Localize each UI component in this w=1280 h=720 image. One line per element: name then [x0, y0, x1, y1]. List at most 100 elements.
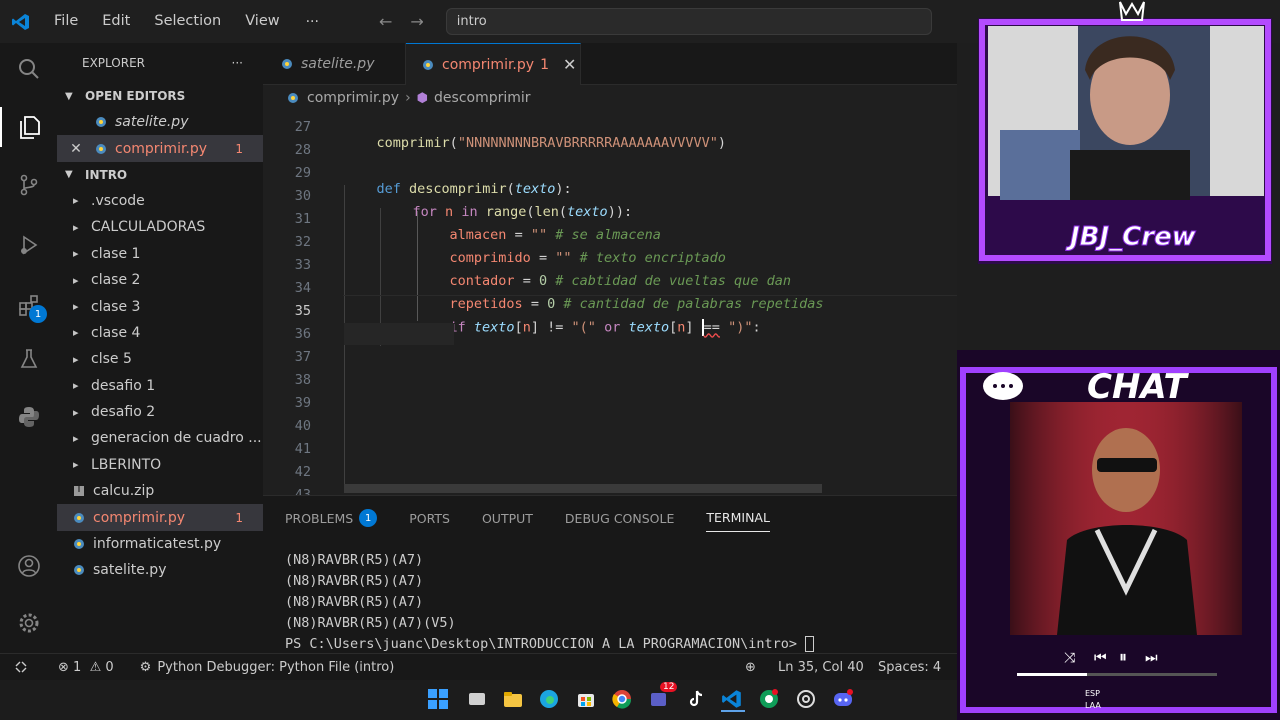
gutter-line: 40	[263, 414, 957, 437]
tab-debug-console[interactable]: DEBUG CONSOLE	[565, 511, 674, 526]
chevron-right-icon: ›	[405, 90, 411, 106]
cursor-position[interactable]: Ln 35, Col 40	[770, 660, 872, 675]
close-icon[interactable]: ✕	[57, 141, 95, 157]
folder-item[interactable]: ▸ clase 3	[57, 293, 263, 319]
folder-item[interactable]: ▸ CALCULADORAS	[57, 214, 263, 240]
tiktok-icon[interactable]	[685, 688, 709, 712]
tab-satelite[interactable]: satelite.py	[263, 43, 406, 85]
run-debug-icon[interactable]	[0, 225, 57, 265]
file-item[interactable]: calcu.zip	[57, 478, 263, 504]
folder-item[interactable]: ▸ desafio 1	[57, 373, 263, 399]
explorer-icon[interactable]	[0, 107, 57, 147]
discord-icon[interactable]	[832, 688, 856, 712]
line-number: 27	[294, 118, 311, 135]
menu-edit[interactable]: Edit	[90, 0, 142, 43]
vscode-taskbar-icon[interactable]	[721, 688, 745, 712]
store-icon[interactable]	[575, 688, 599, 712]
terminal-line: (N8)RAVBR(R5)(A7)	[285, 573, 424, 589]
chevron-right-icon: ▸	[73, 458, 79, 472]
forward-arrow-icon[interactable]: →	[410, 12, 423, 31]
tree-item-label: clase 3	[91, 298, 141, 315]
tree-item-label: desafio 1	[91, 377, 156, 394]
line-number: 36	[294, 325, 311, 342]
tree-item-label: clase 2	[91, 272, 141, 289]
problem-count: 1	[235, 141, 243, 156]
menu-file[interactable]: File	[42, 0, 90, 43]
source-control-icon[interactable]	[0, 165, 57, 205]
line-number: 41	[294, 440, 311, 457]
tab-label: satelite.py	[301, 56, 375, 72]
line-number: 33	[294, 256, 311, 273]
bottom-panel: PROBLEMS 1 PORTS OUTPUT DEBUG CONSOLE TE…	[263, 495, 957, 653]
folder-item[interactable]: ▸ clase 1	[57, 241, 263, 267]
open-editors-section[interactable]: ▼ OPEN EDITORS	[57, 83, 263, 109]
chevron-down-icon: ▼	[65, 169, 73, 181]
folder-item[interactable]: ▸ .vscode	[57, 188, 263, 214]
folder-item[interactable]: ▸ desafio 2	[57, 399, 263, 425]
file-explorer-icon[interactable]	[502, 688, 526, 712]
terminal-cursor	[805, 636, 815, 652]
debugger-status[interactable]: ⚙ Python Debugger: Python File (intro)	[132, 660, 403, 675]
open-editor-item[interactable]: ✕ comprimir.py 1	[57, 135, 263, 162]
pause-icon: ⏸	[1119, 647, 1127, 666]
back-arrow-icon[interactable]: ←	[379, 12, 392, 31]
indentation-status[interactable]: Spaces: 4	[870, 660, 949, 675]
line-number: 35	[294, 302, 311, 319]
code-editor[interactable]: 27 28 29 30 31 32 33 34 35 36 37 38 39 40 41 42 43 compr…	[263, 111, 957, 495]
chatgpt-icon[interactable]	[795, 688, 819, 712]
extensions-icon[interactable]: 1	[0, 285, 57, 325]
tray-label: ESP	[1085, 689, 1100, 698]
remote-icon[interactable]	[0, 660, 36, 674]
menu-more-button[interactable]: ···	[292, 14, 333, 30]
chevron-right-icon: ▸	[73, 326, 79, 340]
edge-icon[interactable]	[538, 688, 562, 712]
breadcrumb-symbol[interactable]: descomprimir	[434, 90, 531, 106]
windows-start-icon[interactable]	[427, 688, 451, 712]
menu-view[interactable]: View	[233, 0, 291, 43]
teams-icon[interactable]: 12	[648, 682, 678, 712]
terminal-line: (N8)RAVBR(R5)(A7)	[285, 594, 424, 610]
next-track-icon: ⏭	[1145, 650, 1158, 666]
folder-item[interactable]: ▸ generacion de cuadro ...	[57, 425, 263, 451]
command-center-search[interactable]: intro	[445, 8, 932, 35]
file-item[interactable]: satelite.py	[57, 557, 263, 583]
tab-output[interactable]: OUTPUT	[482, 511, 533, 526]
folder-item[interactable]: ▸ clase 4	[57, 320, 263, 346]
horizontal-scrollbar[interactable]	[344, 484, 822, 493]
folder-item[interactable]: ▸ clase 2	[57, 267, 263, 293]
testing-icon[interactable]	[0, 339, 57, 379]
shuffle-icon: ⤨	[1064, 650, 1076, 666]
tab-problems[interactable]: PROBLEMS 1	[285, 509, 378, 527]
code-line-27: comprimir("NNNNNNNNBRAVBRRRRRAAAAAAAVVVV…	[376, 135, 727, 151]
folder-section[interactable]: ▼ INTRO	[57, 162, 263, 188]
task-view-icon[interactable]	[466, 688, 490, 712]
search-icon[interactable]	[0, 49, 57, 89]
tab-terminal[interactable]: TERMINAL	[706, 510, 770, 532]
file-item[interactable]: comprimir.py 1	[57, 504, 263, 531]
chrome-alt-icon[interactable]	[758, 688, 782, 712]
terminal-prompt[interactable]: PS C:\Users\juanc\Desktop\INTRODUCCION A…	[263, 634, 957, 653]
file-item[interactable]: informaticatest.py	[57, 531, 263, 557]
close-icon[interactable]: ✕	[563, 55, 576, 74]
menu-selection[interactable]: Selection	[142, 0, 233, 43]
folder-item[interactable]: ▸ clse 5	[57, 346, 263, 372]
problems-status[interactable]: ⊗ 1 ⚠ 0	[50, 660, 122, 675]
chevron-right-icon: ▸	[73, 405, 79, 419]
explorer-more-button[interactable]: ···	[232, 56, 243, 70]
tab-ports[interactable]: PORTS	[409, 511, 450, 526]
tree-item-label: CALCULADORAS	[91, 219, 206, 236]
chrome-icon[interactable]	[611, 688, 635, 712]
tab-comprimir[interactable]: comprimir.py 1 ✕	[406, 43, 581, 85]
warning-icon: ⚠	[89, 659, 102, 675]
open-editor-item[interactable]: satelite.py	[57, 109, 263, 135]
gear-icon[interactable]	[0, 603, 57, 643]
breadcrumb-file[interactable]: comprimir.py	[307, 90, 399, 106]
tree-item-label: clase 4	[91, 324, 141, 341]
chevron-right-icon: ▸	[73, 220, 79, 234]
account-icon[interactable]	[0, 546, 57, 586]
warning-count: 0	[105, 659, 114, 675]
python-icon[interactable]	[0, 397, 57, 437]
folder-item[interactable]: ▸ LBERINTO	[57, 452, 263, 478]
tree-item-label: desafio 2	[91, 404, 156, 421]
zoom-icon[interactable]: ⊕	[737, 660, 764, 675]
